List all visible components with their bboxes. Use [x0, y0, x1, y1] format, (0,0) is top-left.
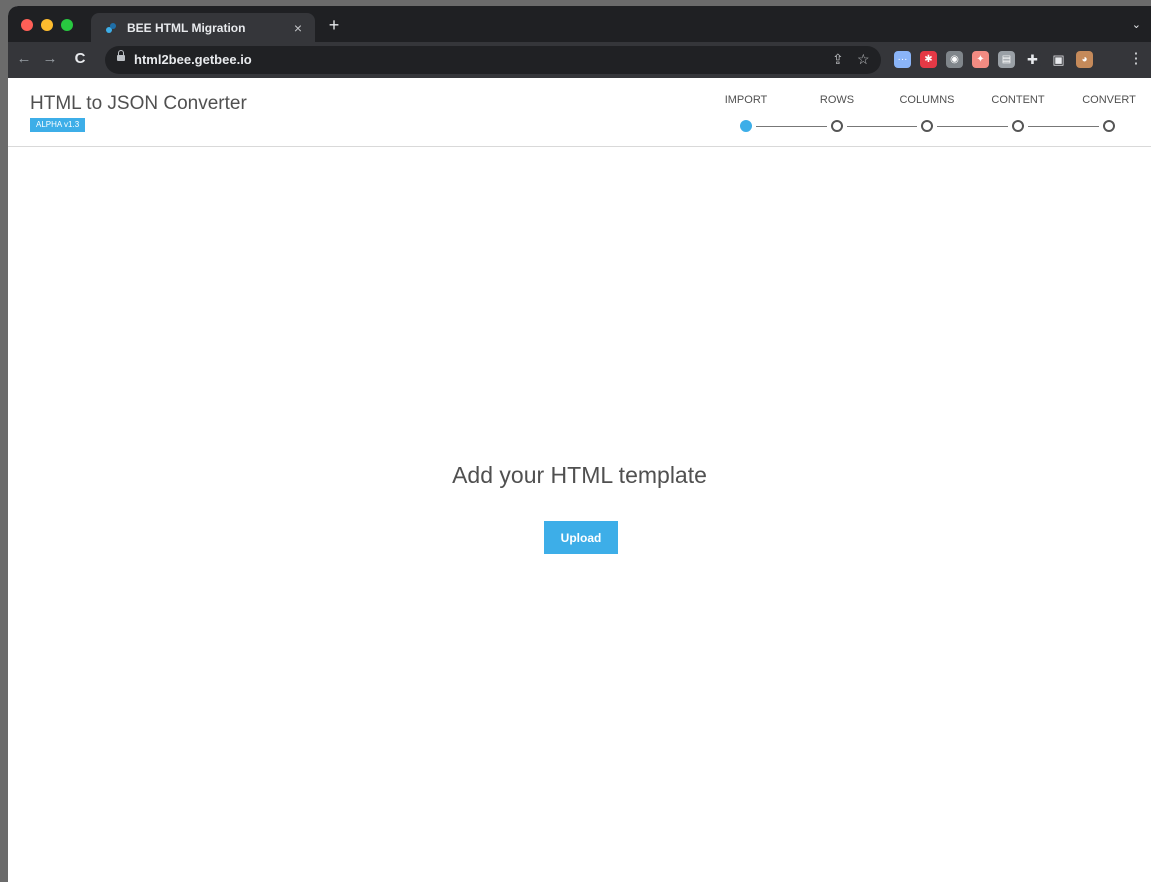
forward-button[interactable]: → — [40, 51, 60, 67]
browser-menu-icon[interactable]: ⋮ — [1126, 51, 1146, 67]
share-icon[interactable]: ⇪ — [832, 51, 844, 68]
step-connector — [847, 126, 917, 127]
step-dot-rows[interactable] — [831, 120, 843, 132]
avatar[interactable]: ◕ — [1076, 51, 1093, 68]
step-dot-content[interactable] — [1012, 120, 1024, 132]
step-dot-convert[interactable] — [1103, 120, 1115, 132]
back-button[interactable]: ← — [14, 51, 34, 67]
step-connector — [937, 126, 1008, 127]
lock-icon — [117, 50, 125, 62]
app-header: HTML to JSON Converter ALPHA v1.3 IMPORT… — [8, 78, 1151, 147]
step-label-content: CONTENT — [991, 94, 1045, 106]
extension-icon-tab[interactable]: ▤ — [998, 51, 1015, 68]
tab-search-chevron-icon[interactable]: ⌄ — [1132, 18, 1141, 31]
extension-icon-camera[interactable]: ◉ — [946, 51, 963, 68]
close-window-button[interactable] — [21, 19, 33, 31]
step-label-import: IMPORT — [724, 94, 768, 106]
address-bar[interactable]: html2bee.getbee.io ⇪ ☆ — [105, 46, 881, 74]
progress-stepper: IMPORT ROWS COLUMNS CONTENT CONVERT — [8, 78, 1151, 146]
window-controls — [21, 19, 73, 31]
step-label-columns: COLUMNS — [899, 94, 955, 106]
step-connector — [756, 126, 827, 127]
tab-strip: BEE HTML Migration × + ⌄ — [8, 6, 1151, 42]
step-label-convert: CONVERT — [1082, 94, 1136, 106]
step-dot-import[interactable] — [740, 120, 752, 132]
browser-tab[interactable]: BEE HTML Migration × — [91, 13, 315, 42]
browser-window: BEE HTML Migration × + ⌄ ← → C html2bee.… — [8, 6, 1151, 882]
extension-icons: ··· ✱ ◉ ✦ ▤ ✚ ▣ ◕ — [894, 51, 1093, 68]
new-tab-button[interactable]: + — [324, 16, 344, 34]
step-connector — [1028, 126, 1099, 127]
maximize-window-button[interactable] — [61, 19, 73, 31]
step-label-rows: ROWS — [819, 94, 855, 106]
minimize-window-button[interactable] — [41, 19, 53, 31]
tab-title: BEE HTML Migration — [127, 20, 246, 35]
browser-toolbar: ← → C html2bee.getbee.io ⇪ ☆ ··· ✱ ◉ ✦ ▤ ✚ ▣ ◕ … — [8, 42, 1151, 78]
upload-heading: Add your HTML template — [452, 462, 707, 488]
bookmark-star-icon[interactable]: ☆ — [857, 51, 870, 68]
bee-favicon-icon — [103, 20, 119, 36]
upload-button[interactable]: Upload — [544, 521, 618, 554]
url-text[interactable]: html2bee.getbee.io — [134, 52, 252, 67]
main-content: Add your HTML template Upload — [8, 147, 1151, 882]
puzzle-icon[interactable]: ✚ — [1024, 51, 1041, 68]
extension-icon-dots[interactable]: ··· — [894, 51, 911, 68]
reload-button[interactable]: C — [70, 51, 90, 67]
sidepanel-icon[interactable]: ▣ — [1050, 51, 1067, 68]
step-dot-columns[interactable] — [921, 120, 933, 132]
extension-icon-red[interactable]: ✱ — [920, 51, 937, 68]
tab-close-icon[interactable]: × — [289, 20, 307, 36]
extension-icon-paint[interactable]: ✦ — [972, 51, 989, 68]
